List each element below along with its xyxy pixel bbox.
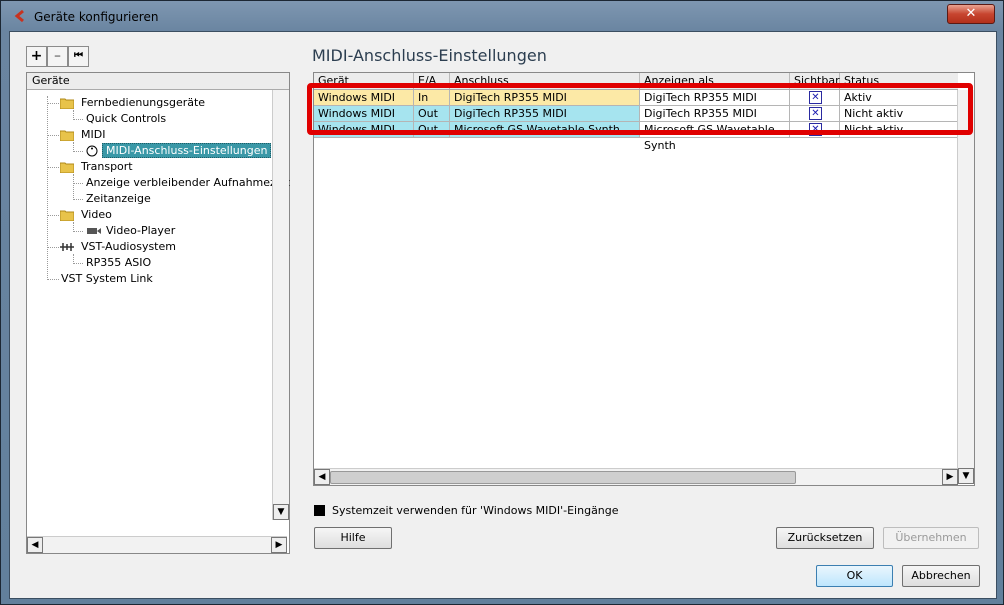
title-bar[interactable]: Geräte konfigurieren ✕: [1, 1, 1003, 31]
section-title: MIDI-Anschluss-Einstellungen: [312, 46, 547, 65]
tree-item-vst-system-link[interactable]: VST System Link: [61, 271, 153, 287]
tree-item-transport[interactable]: Transport: [81, 159, 133, 175]
devices-panel-header: Geräte: [27, 73, 289, 90]
table-vertical-scrollbar[interactable]: ▼: [957, 90, 974, 484]
tree-horizontal-scrollbar[interactable]: ◀ ▶: [27, 536, 287, 553]
dialog-body: + – ⏮ Geräte Fernbedienungsgeräte Quick …: [9, 31, 997, 599]
tree-item-quick-controls[interactable]: Quick Controls: [86, 111, 166, 127]
scroll-right-icon[interactable]: ▶: [271, 537, 287, 553]
system-time-checkbox[interactable]: [314, 505, 325, 516]
scroll-left-icon[interactable]: ◀: [314, 469, 330, 485]
video-camera-icon: [87, 228, 101, 234]
tree-item-rp355-asio[interactable]: RP355 ASIO: [86, 255, 151, 271]
reset-button[interactable]: Zurücksetzen: [776, 527, 874, 549]
tree-item-video[interactable]: Video: [81, 207, 112, 223]
folder-icon: [60, 98, 74, 109]
help-button[interactable]: Hilfe: [314, 527, 392, 549]
midi-port-icon: [86, 145, 98, 157]
add-button[interactable]: +: [26, 46, 47, 67]
scroll-down-icon[interactable]: ▼: [958, 468, 974, 484]
devices-tree: Fernbedienungsgeräte Quick Controls MIDI…: [27, 90, 290, 536]
audio-system-icon: [60, 243, 74, 251]
scroll-thumb[interactable]: [330, 471, 796, 484]
tree-item-midi[interactable]: MIDI: [81, 127, 105, 143]
ok-button[interactable]: OK: [816, 565, 893, 587]
devices-panel: Geräte Fernbedienungsgeräte Quick Contro…: [26, 72, 290, 554]
tree-item-vst-audiosystem[interactable]: VST-Audiosystem: [81, 239, 176, 255]
cubase-app-icon: [14, 9, 24, 23]
folder-icon: [60, 210, 74, 221]
folder-icon: [60, 130, 74, 141]
system-time-label: Systemzeit verwenden für 'Windows MIDI'-…: [332, 504, 619, 517]
reset-device-button[interactable]: ⏮: [68, 46, 89, 67]
tree-vertical-scrollbar[interactable]: ▼: [272, 90, 289, 520]
remove-button[interactable]: –: [47, 46, 68, 67]
cancel-button[interactable]: Abbrechen: [902, 565, 980, 587]
folder-icon: [60, 162, 74, 173]
window-title: Geräte konfigurieren: [34, 10, 159, 24]
highlight-annotation: [307, 83, 973, 135]
scroll-right-icon[interactable]: ▶: [942, 469, 958, 485]
tree-item-zeitanzeige[interactable]: Zeitanzeige: [86, 191, 151, 207]
tree-item-anzeige-aufnahmezeit[interactable]: Anzeige verbleibender Aufnahmezeit: [86, 175, 290, 191]
scroll-down-icon[interactable]: ▼: [273, 504, 289, 520]
tree-item-midi-anschluss-einstellungen[interactable]: MIDI-Anschluss-Einstellungen: [102, 143, 272, 159]
dialog-window: Geräte konfigurieren ✕ + – ⏮ Geräte Fern…: [0, 0, 1004, 605]
close-button[interactable]: ✕: [947, 4, 995, 24]
scroll-left-icon[interactable]: ◀: [27, 537, 43, 553]
apply-button[interactable]: Übernehmen: [883, 527, 979, 549]
tree-item-video-player[interactable]: Video-Player: [106, 223, 175, 239]
tree-item-fernbedienungsgeraete[interactable]: Fernbedienungsgeräte: [81, 95, 205, 111]
table-horizontal-scrollbar[interactable]: ◀ ▶: [314, 468, 958, 485]
